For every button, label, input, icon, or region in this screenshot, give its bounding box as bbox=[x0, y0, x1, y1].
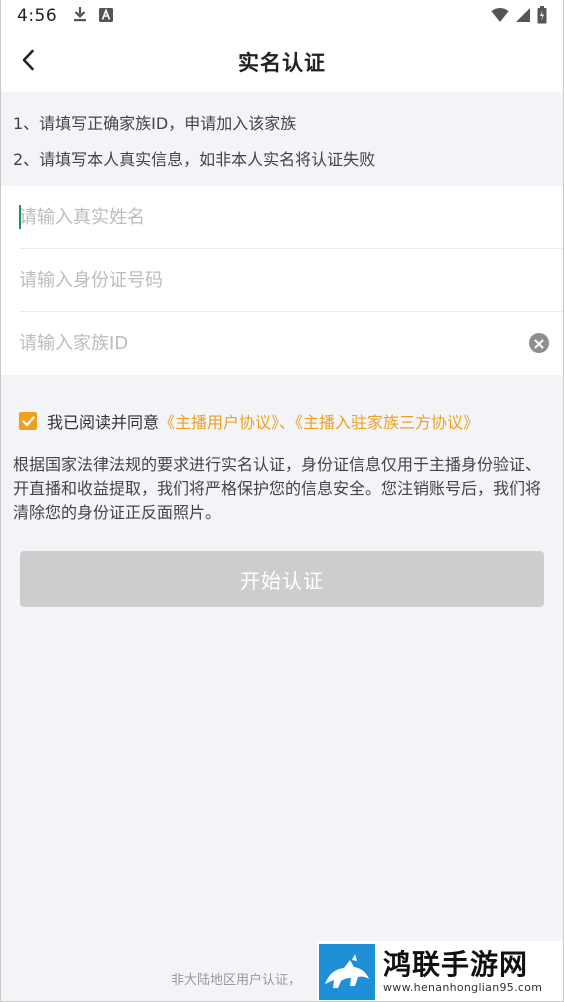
agreement-separator: 、 bbox=[279, 413, 296, 432]
watermark-text: 鸿联手游网 www.henanhonglian95.com bbox=[383, 947, 543, 995]
watermark-title: 鸿联手游网 bbox=[383, 947, 529, 981]
form-row-family-id bbox=[19, 312, 563, 375]
wifi-icon bbox=[491, 7, 509, 27]
real-name-input[interactable] bbox=[19, 186, 563, 248]
status-left-icons bbox=[73, 6, 114, 26]
battery-icon bbox=[537, 6, 547, 28]
family-id-input[interactable] bbox=[19, 312, 563, 375]
agreement-prefix: 我已阅读并同意 bbox=[47, 413, 160, 432]
nav-bar: 实名认证 bbox=[1, 32, 563, 92]
watermark-logo: 鸿联手游网 www.henanhonglian95.com bbox=[317, 941, 563, 1001]
close-icon bbox=[534, 334, 544, 353]
verification-form bbox=[1, 186, 563, 375]
status-time: 4:56 bbox=[17, 6, 58, 26]
bull-logo-icon bbox=[319, 943, 375, 1000]
text-caret bbox=[19, 205, 21, 229]
signal-icon bbox=[515, 7, 531, 27]
clear-input-button[interactable] bbox=[529, 333, 549, 353]
overseas-verification-link[interactable]: 非大陆地区用户认证， bbox=[171, 969, 301, 988]
back-button[interactable] bbox=[15, 48, 41, 76]
notice-line-2: 2、请填写本人真实信息，如非本人实名将认证失败 bbox=[13, 150, 376, 169]
checkmark-icon bbox=[21, 412, 35, 431]
notice-line-1: 1、请填写正确家族ID，申请加入该家族 bbox=[13, 114, 297, 133]
family-agreement-link[interactable]: 《主播入驻家族三方协议》 bbox=[295, 413, 479, 432]
start-verification-button[interactable]: 开始认证 bbox=[20, 551, 544, 607]
id-number-input[interactable] bbox=[19, 249, 563, 311]
chevron-left-icon bbox=[21, 49, 35, 75]
agreement-row: 我已阅读并同意《主播用户协议》、《主播入驻家族三方协议》 bbox=[1, 375, 563, 433]
status-bar: 4:56 bbox=[1, 0, 563, 32]
font-a-icon bbox=[99, 7, 114, 26]
user-agreement-link[interactable]: 《主播用户协议》 bbox=[159, 413, 279, 432]
agreement-text: 我已阅读并同意《主播用户协议》、《主播入驻家族三方协议》 bbox=[47, 409, 479, 433]
status-right-icons bbox=[491, 6, 547, 28]
download-icon bbox=[73, 6, 87, 26]
form-row-id-number bbox=[19, 249, 563, 312]
watermark-url: www.henanhonglian95.com bbox=[383, 980, 543, 994]
privacy-description: 根据国家法律法规的要求进行实名认证，身份证信息仅用于主播身份验证、开直播和收益提… bbox=[13, 455, 542, 522]
page-title: 实名认证 bbox=[238, 51, 326, 75]
agreement-checkbox[interactable] bbox=[19, 412, 37, 430]
form-row-name bbox=[19, 186, 563, 249]
notice-section: 1、请填写正确家族ID，申请加入该家族 2、请填写本人真实信息，如非本人实名将认… bbox=[1, 92, 563, 186]
app-screen: 4:56 实名认证 1、请填写正确家族ID，申请加入该家族 2、请填写本人真实信… bbox=[0, 0, 564, 1002]
